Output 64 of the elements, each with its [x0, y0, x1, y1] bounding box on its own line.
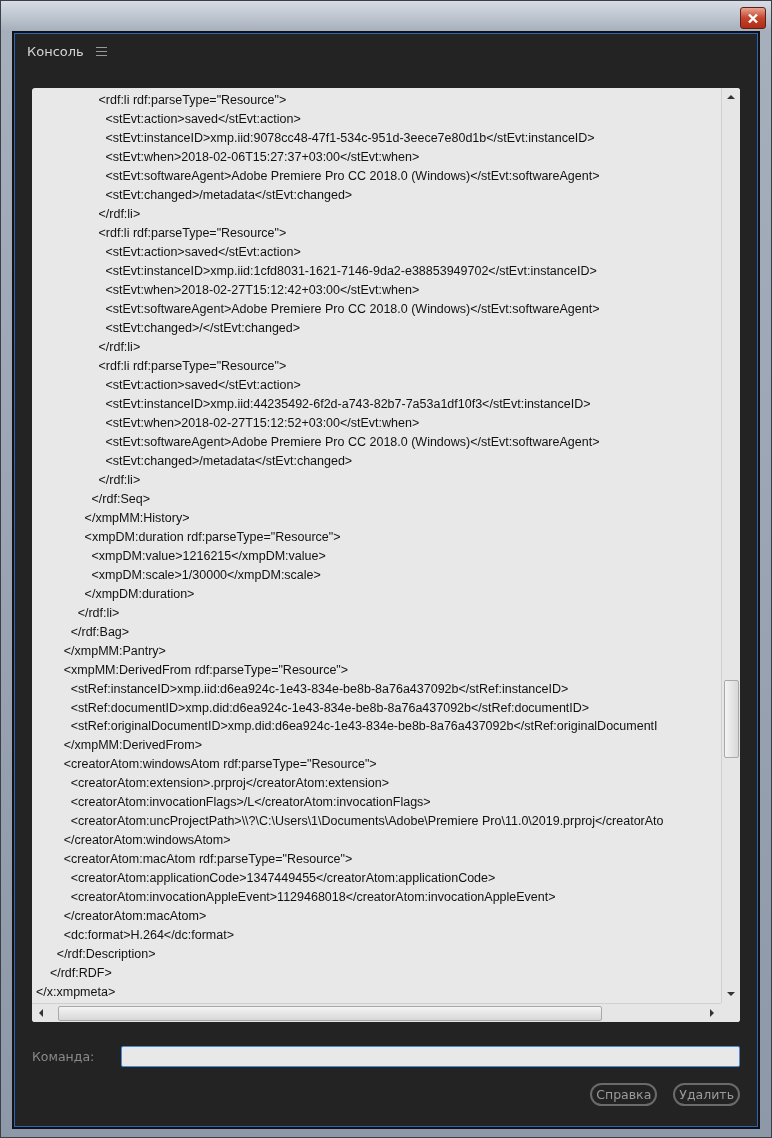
- console-line: <stEvt:action>saved</stEvt:action>: [104, 111, 301, 128]
- console-line: <rdf:li rdf:parseType="Resource">: [97, 357, 287, 375]
- vertical-scrollbar[interactable]: [721, 88, 740, 1003]
- console-line: </rdf:Seq>: [90, 490, 150, 508]
- scroll-up-icon[interactable]: [727, 93, 735, 101]
- console-line: <stEvt:softwareAgent>Adobe Premiere Pro CC 2018.0 (Windows)</stEvt:softwareAgent>: [104, 300, 600, 318]
- console-line: </rdf:li>: [97, 471, 141, 489]
- console-line: <stEvt:changed>/metadata</stEvt:changed>: [104, 452, 353, 470]
- console-line: <xmpDM:scale>1/30000</xmpDM:scale>: [90, 566, 321, 584]
- console-line: <xmpDM:duration rdf:parseType="Resource">: [83, 528, 341, 546]
- console-line: </rdf:Bag>: [69, 623, 130, 641]
- console-line: <stEvt:instanceID>xmp.iid:9078cc48-47f1-534c-951d-3eece7e80d1b</stEvt:instanceID>: [104, 129, 595, 147]
- console-line: </rdf:li>: [76, 604, 120, 622]
- help-button[interactable]: Справка: [590, 1083, 658, 1106]
- console-line: <stEvt:changed>/</stEvt:changed>: [104, 319, 301, 337]
- console-line: <creatorAtom:uncProjectPath>\\?\C:\Users\1\Documents\Adobe\Premiere Pro\11.0\2019.prproj</creatorAto: [69, 813, 664, 831]
- console-line: <dc:format>H.264</dc:format>: [62, 927, 234, 945]
- console-line: </xmpMM:DerivedFrom>: [62, 737, 202, 755]
- console-line: <stEvt:when>2018-02-27T15:12:42+03:00</stEvt:when>: [104, 281, 420, 299]
- command-input[interactable]: [121, 1046, 740, 1067]
- console-line: <creatorAtom:windowsAtom rdf:parseType="Resource">: [62, 756, 377, 774]
- close-icon: [747, 12, 759, 24]
- panel-title: Консоль: [27, 43, 84, 59]
- console-line: <rdf:li rdf:parseType="Resource">: [97, 92, 287, 109]
- console-line: <stEvt:instanceID>xmp.iid:1cfd8031-1621-7146-9da2-e38853949702</stEvt:instanceID>: [104, 262, 597, 280]
- scroll-thumb[interactable]: [724, 680, 739, 758]
- console-line: </xmpMM:History>: [83, 509, 190, 527]
- console-line: <creatorAtom:invocationAppleEvent>1129468018</creatorAtom:invocationAppleEvent>: [69, 889, 556, 907]
- console-line: <xmpDM:value>1216215</xmpDM:value>: [90, 547, 326, 565]
- menu-icon[interactable]: [95, 46, 107, 56]
- scroll-left-icon[interactable]: [37, 1009, 45, 1017]
- console-line: <stEvt:when>2018-02-27T15:12:52+03:00</stEvt:when>: [104, 414, 420, 432]
- delete-button[interactable]: Удалить: [673, 1083, 740, 1106]
- horizontal-scrollbar[interactable]: [32, 1003, 721, 1022]
- console-line: </xmpDM:duration>: [83, 585, 195, 603]
- console-line: <creatorAtom:extension>.prproj</creatorAtom:extension>: [69, 775, 389, 793]
- console-line: <xmpMM:DerivedFrom rdf:parseType="Resource">: [62, 661, 349, 679]
- console-line: <creatorAtom:applicationCode>1347449455</creatorAtom:applicationCode>: [69, 870, 496, 888]
- console-line: <stEvt:action>saved</stEvt:action>: [104, 243, 301, 261]
- scroll-thumb[interactable]: [58, 1006, 602, 1021]
- console-line: <stRef:originalDocumentID>xmp.did:d6ea924c-1e43-834e-be8b-8a76a437092b</stRef:originalDocumentI: [69, 718, 658, 736]
- command-label: Команда:: [32, 1049, 96, 1064]
- console-line: <stEvt:instanceID>xmp.iid:44235492-6f2d-a743-82b7-7a53a1df10f3</stEvt:instanceID>: [104, 395, 591, 413]
- console-line: <stEvt:changed>/metadata</stEvt:changed>: [104, 186, 353, 204]
- console-line: </rdf:li>: [97, 338, 141, 356]
- console-line: </creatorAtom:macAtom>: [62, 908, 207, 926]
- console-line: <stEvt:softwareAgent>Adobe Premiere Pro CC 2018.0 (Windows)</stEvt:softwareAgent>: [104, 433, 600, 451]
- console-line: <stEvt:softwareAgent>Adobe Premiere Pro CC 2018.0 (Windows)</stEvt:softwareAgent>: [104, 167, 600, 185]
- console-line: <stEvt:action>saved</stEvt:action>: [104, 376, 301, 394]
- scroll-right-icon[interactable]: [708, 1009, 716, 1017]
- console-line: </rdf:RDF>: [48, 965, 112, 983]
- console-line: </rdf:Description>: [55, 946, 156, 964]
- console-line: <creatorAtom:invocationFlags>/L</creatorAtom:invocationFlags>: [69, 794, 431, 812]
- console-line: </rdf:li>: [97, 205, 141, 223]
- console-line: <stEvt:when>2018-02-06T15:27:37+03:00</stEvt:when>: [104, 148, 420, 166]
- console-line: <stRef:documentID>xmp.did:d6ea924c-1e43-834e-be8b-8a76a437092b</stRef:documentID>: [69, 699, 590, 717]
- console-line: <rdf:li rdf:parseType="Resource">: [97, 224, 287, 242]
- console-line: <creatorAtom:macAtom rdf:parseType="Resource">: [62, 851, 353, 869]
- console-line: </creatorAtom:windowsAtom>: [62, 832, 231, 850]
- close-button[interactable]: [740, 7, 766, 29]
- scroll-down-icon[interactable]: [727, 990, 735, 998]
- console-line: </x:xmpmeta>: [36, 984, 116, 1002]
- console-line: </xmpMM:Pantry>: [62, 642, 166, 660]
- console-line: <stRef:instanceID>xmp.iid:d6ea924c-1e43-834e-be8b-8a76a437092b</stRef:instanceID>: [69, 680, 569, 698]
